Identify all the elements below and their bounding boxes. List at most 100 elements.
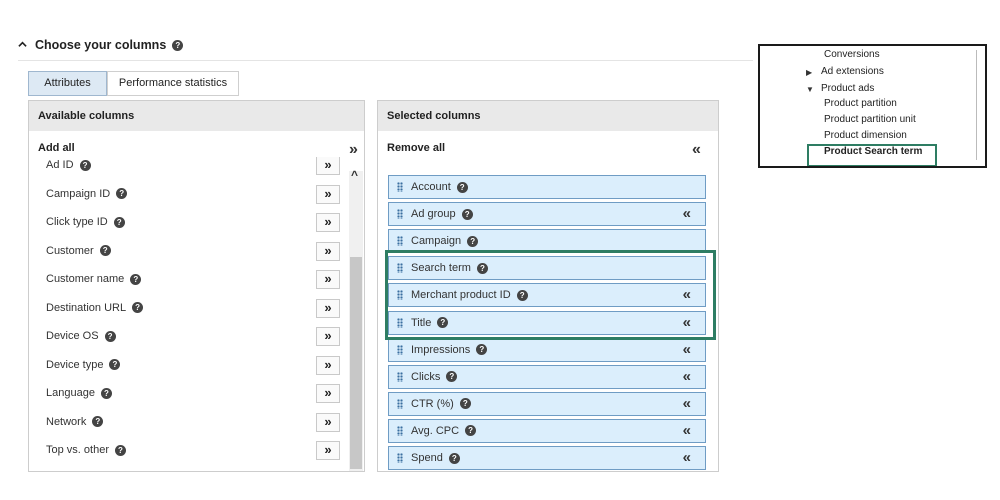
remove-column-button[interactable]: « xyxy=(683,339,691,361)
help-icon[interactable]: ? xyxy=(109,359,121,371)
add-column-button[interactable]: » xyxy=(316,213,340,232)
drag-handle-icon[interactable] xyxy=(397,371,403,382)
selected-column-label-wrap: CTR (%)? xyxy=(411,393,471,415)
expand-arrow-icon[interactable]: ▶ xyxy=(806,68,812,77)
help-icon[interactable]: ? xyxy=(459,398,471,410)
available-column-item[interactable]: Customer? xyxy=(46,241,111,261)
available-column-label: Device OS xyxy=(46,330,99,342)
add-column-button[interactable]: » xyxy=(316,241,340,261)
remove-column-button[interactable]: « xyxy=(683,366,691,388)
add-column-button[interactable]: » xyxy=(316,412,340,432)
tree-item[interactable]: Conversions xyxy=(824,49,880,60)
tab-attributes[interactable]: Attributes xyxy=(28,71,107,96)
collapse-arrow-icon[interactable]: ▼ xyxy=(806,85,814,94)
available-column-item[interactable]: Language? xyxy=(46,383,112,403)
tab-performance-statistics[interactable]: Performance statistics xyxy=(107,71,239,96)
selected-column-label: Avg. CPC xyxy=(411,424,460,437)
available-column-item[interactable]: Device OS? xyxy=(46,326,116,346)
selected-column-label: CTR (%) xyxy=(411,397,454,410)
help-icon[interactable]: ? xyxy=(79,159,91,171)
column-tree-inset: Conversions ▶ Ad extensions ▼ Product ads Pro… xyxy=(758,44,987,168)
scrollbar[interactable]: ^ xyxy=(349,168,363,471)
section-header[interactable]: Choose your columns? xyxy=(18,38,184,52)
tree-item[interactable]: Product ads xyxy=(821,83,874,94)
available-column-label: Device type xyxy=(46,358,104,371)
help-icon[interactable]: ? xyxy=(446,371,458,383)
drag-handle-icon[interactable] xyxy=(397,182,403,192)
selected-column-label-wrap: Spend? xyxy=(411,447,460,469)
selected-column-label: Impressions xyxy=(411,343,471,356)
help-icon[interactable]: ? xyxy=(467,235,479,247)
scroll-up-chevron-icon[interactable]: ^ xyxy=(351,168,358,182)
tree-item[interactable]: Product dimension xyxy=(824,130,907,141)
remove-column-button[interactable]: « xyxy=(683,393,691,415)
drag-handle-icon[interactable] xyxy=(397,344,403,355)
help-icon[interactable]: ? xyxy=(465,425,477,437)
help-icon[interactable]: ? xyxy=(92,416,104,428)
help-icon[interactable]: ? xyxy=(448,452,460,464)
available-column-item[interactable]: Top vs. other? xyxy=(46,440,126,460)
scrollbar-thumb[interactable] xyxy=(350,257,362,469)
selected-column-item[interactable]: Impressions? « xyxy=(388,337,706,362)
drag-handle-icon[interactable] xyxy=(397,398,403,409)
tree-item[interactable]: Ad extensions xyxy=(821,66,884,77)
selected-column-label: Ad group xyxy=(411,208,456,221)
tree-highlight-box xyxy=(807,144,937,166)
drag-handle-icon[interactable] xyxy=(397,453,403,463)
available-column-item[interactable]: Click type ID? xyxy=(46,212,125,232)
available-columns-list: Ad ID? » Campaign ID? » Click type ID? » Custo… xyxy=(29,157,349,471)
tree-item[interactable]: Product partition xyxy=(824,98,897,109)
remove-column-button[interactable]: « xyxy=(683,420,691,442)
available-column-item[interactable]: Destination URL? xyxy=(46,298,144,318)
inset-scrollbar xyxy=(976,50,977,160)
add-column-button[interactable]: » xyxy=(316,355,340,375)
drag-handle-icon[interactable] xyxy=(397,236,403,247)
help-icon[interactable]: ? xyxy=(132,302,144,314)
help-icon[interactable]: ? xyxy=(113,216,125,228)
add-column-button[interactable]: » xyxy=(316,327,340,346)
help-icon[interactable]: ? xyxy=(116,188,128,200)
add-column-button[interactable]: » xyxy=(316,157,340,175)
add-column-button[interactable]: » xyxy=(316,441,340,460)
available-column-item[interactable]: Device type? xyxy=(46,355,121,375)
help-icon[interactable]: ? xyxy=(172,40,184,52)
help-icon[interactable]: ? xyxy=(130,273,142,285)
selected-column-label-wrap: Campaign? xyxy=(411,230,479,252)
selected-column-item[interactable]: Spend? « xyxy=(388,446,706,470)
drag-handle-icon[interactable] xyxy=(397,425,403,436)
add-column-button[interactable]: » xyxy=(316,384,340,403)
available-column-label: Customer xyxy=(46,244,94,257)
selected-column-label-wrap: Account? xyxy=(411,176,468,198)
help-icon[interactable]: ? xyxy=(99,245,111,257)
available-column-item[interactable]: Ad ID? xyxy=(46,157,91,175)
selected-column-label-wrap: Impressions? xyxy=(411,339,488,361)
remove-all-icon[interactable]: « xyxy=(692,142,701,158)
tree-item[interactable]: Product partition unit xyxy=(824,114,916,125)
remove-column-button[interactable]: « xyxy=(683,203,691,225)
help-icon[interactable]: ? xyxy=(456,181,468,193)
help-icon[interactable]: ? xyxy=(461,208,473,220)
available-column-item[interactable]: Network? xyxy=(46,412,104,432)
selected-column-item[interactable]: Clicks? « xyxy=(388,364,706,389)
drag-handle-icon[interactable] xyxy=(397,209,403,220)
help-icon[interactable]: ? xyxy=(476,344,488,356)
available-column-item[interactable]: Customer name? xyxy=(46,269,142,289)
help-icon[interactable]: ? xyxy=(104,330,116,342)
selected-column-item[interactable]: Ad group? « xyxy=(388,202,706,227)
add-all-link[interactable]: Add all xyxy=(38,142,75,154)
add-column-button[interactable]: » xyxy=(316,298,340,318)
add-column-button[interactable]: » xyxy=(316,270,340,289)
selected-column-item[interactable]: CTR (%)? « xyxy=(388,391,706,416)
available-column-label: Destination URL xyxy=(46,301,127,314)
add-column-button[interactable]: » xyxy=(316,184,340,204)
selected-column-label-wrap: Clicks? xyxy=(411,366,458,388)
selected-column-item[interactable]: Account? xyxy=(388,175,706,199)
help-icon[interactable]: ? xyxy=(100,387,112,399)
section-title: Choose your columns xyxy=(35,38,167,52)
available-column-item[interactable]: Campaign ID? xyxy=(46,184,128,204)
remove-column-button[interactable]: « xyxy=(683,447,691,469)
add-all-icon[interactable]: » xyxy=(349,142,358,158)
selected-column-item[interactable]: Avg. CPC? « xyxy=(388,418,706,443)
help-icon[interactable]: ? xyxy=(114,444,126,456)
remove-all-link[interactable]: Remove all xyxy=(387,142,445,154)
